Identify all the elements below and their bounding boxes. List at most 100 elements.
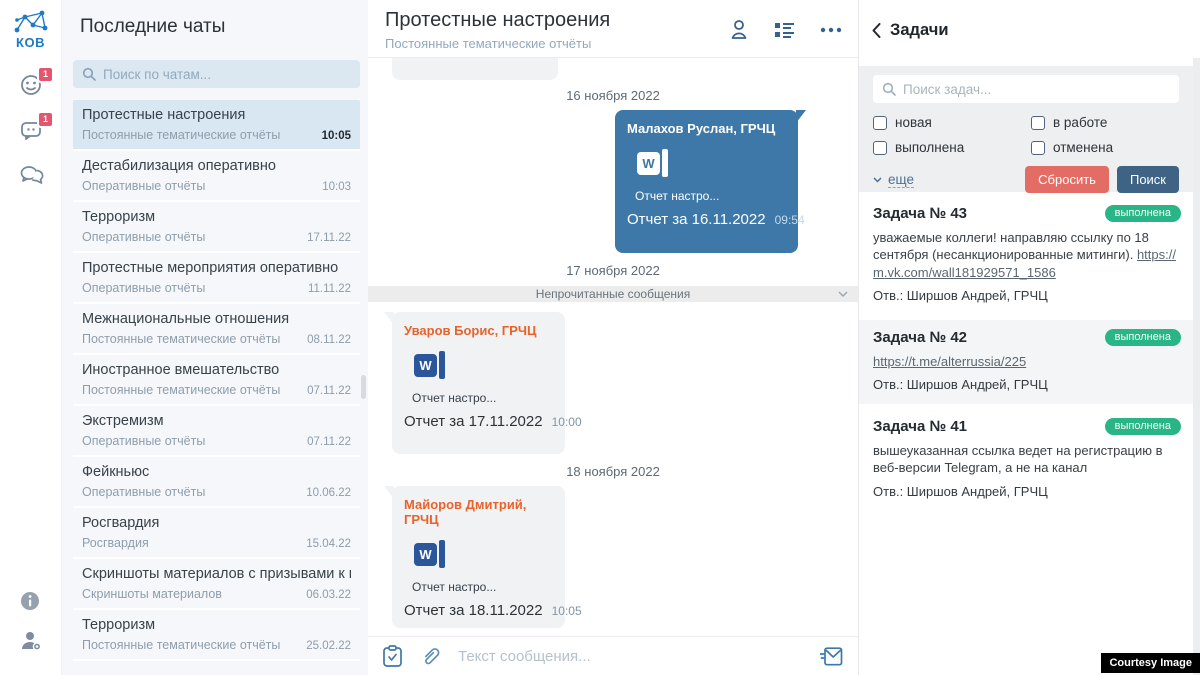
- chat-list-title: Последние чаты: [80, 16, 225, 38]
- task-card[interactable]: Задача № 41 выполнена вышеуказанная ссыл…: [859, 409, 1193, 511]
- chat-item-subtitle: Оперативные отчёты: [82, 485, 205, 499]
- courtesy-watermark: Courtesy Image: [1101, 653, 1200, 673]
- task-card[interactable]: Задача № 42 выполнена https://t.me/alter…: [859, 320, 1193, 404]
- checkbox[interactable]: [873, 141, 887, 155]
- chat-list-item[interactable]: Протестные настроения Постоянные тематич…: [73, 100, 360, 151]
- message-caption: Отчет за 16.11.2022: [627, 211, 766, 228]
- message-time: 10:05: [552, 604, 582, 618]
- chat-item-time: 10:03: [322, 181, 351, 193]
- chat-item-subtitle: Постоянные тематические отчёты: [82, 638, 280, 652]
- task-assignee: Отв.: Ширшов Андрей, ГРЧЦ: [873, 288, 1181, 303]
- filter-label: в работе: [1053, 115, 1107, 130]
- chat-item-title: Экстремизм: [82, 413, 351, 429]
- attached-document[interactable]: W: [637, 149, 786, 177]
- chat-item-title: Терроризм: [82, 209, 351, 225]
- info-button[interactable]: [19, 590, 45, 614]
- chat-list-scrollbar[interactable]: [361, 375, 366, 399]
- chat-list-item[interactable]: Иностранное вмешательство Постоянные тем…: [73, 355, 360, 406]
- task-cards: Задача № 43 выполнена уважаемые коллеги!…: [859, 196, 1193, 516]
- tasks-search-input[interactable]: [903, 82, 1170, 97]
- messages-button[interactable]: 1: [19, 118, 45, 142]
- search-icon: [882, 82, 896, 96]
- date-divider: 16 ноября 2022: [368, 86, 858, 106]
- chat-item-subtitle: Оперативные отчёты: [82, 179, 205, 193]
- incoming-message[interactable]: Уваров Борис, ГРЧЦ W Отчет настро... Отч…: [392, 312, 565, 454]
- chat-list-items: Протестные настроения Постоянные тематич…: [73, 100, 360, 661]
- chat-list-item[interactable]: Протестные мероприятия оперативно Операт…: [73, 253, 360, 304]
- search-button[interactable]: Поиск: [1117, 166, 1179, 193]
- faces-badge: 1: [37, 66, 54, 83]
- chat-list-item[interactable]: Экстремизм Оперативные отчёты 07.11.22: [73, 406, 360, 457]
- reset-button[interactable]: Сбросить: [1025, 166, 1109, 193]
- chat-item-time: 07.11.22: [307, 436, 351, 448]
- tasks-search[interactable]: [873, 75, 1179, 103]
- task-link[interactable]: https://t.me/alterrussia/225: [873, 354, 1026, 369]
- chat-list-item[interactable]: Межнациональные отношения Постоянные тем…: [73, 304, 360, 355]
- templates-button[interactable]: [383, 645, 402, 667]
- chat-item-subtitle: Постоянные тематические отчёты: [82, 383, 280, 397]
- chat-item-time: 07.11.22: [307, 385, 351, 397]
- unread-banner-label: Непрочитанные сообщения: [536, 287, 690, 301]
- filter-label: новая: [895, 115, 932, 130]
- chat-item-title: Росгвардия: [82, 515, 351, 531]
- chat-list-item[interactable]: Терроризм Постоянные тематические отчёты…: [73, 610, 360, 661]
- attached-document[interactable]: W: [414, 351, 553, 379]
- word-doc-icon-bar: [439, 351, 445, 379]
- message-composer: [368, 636, 858, 675]
- chat-list-item[interactable]: Дестабилизация оперативно Оперативные от…: [73, 151, 360, 202]
- status-badge: выполнена: [1105, 329, 1181, 346]
- chat-list-item[interactable]: Фейкньюс Оперативные отчёты10.06.22: [73, 457, 360, 508]
- group-chats-button[interactable]: [19, 163, 45, 187]
- filter-done[interactable]: выполнена: [873, 140, 1031, 155]
- message-input[interactable]: [458, 648, 803, 665]
- network-logo-icon: [11, 8, 51, 36]
- outgoing-message[interactable]: Малахов Руслан, ГРЧЦ W Отчет настро... О…: [615, 110, 798, 253]
- word-doc-icon: W: [637, 152, 660, 175]
- message-caption: Отчет за 18.11.2022: [404, 602, 543, 619]
- filter-new[interactable]: новая: [873, 115, 1031, 130]
- tasks-back-button[interactable]: [872, 23, 881, 38]
- filter-label: выполнена: [895, 140, 964, 155]
- tasks-scrollbar[interactable]: [1193, 58, 1200, 675]
- chat-item-title: Скриншоты материалов с призывами к про..…: [82, 566, 351, 582]
- profile-settings-button[interactable]: [19, 629, 45, 653]
- paperclip-icon: [419, 645, 441, 667]
- task-card[interactable]: Задача № 43 выполнена уважаемые коллеги!…: [859, 196, 1193, 315]
- logo-text: КОВ: [0, 35, 61, 50]
- chat-item-title: Межнациональные отношения: [82, 311, 351, 327]
- chat-item-title: Фейкньюс: [82, 464, 351, 480]
- chat-members-button[interactable]: [729, 19, 749, 40]
- chat-item-time: 17.11.22: [307, 232, 351, 244]
- chat-tasks-button[interactable]: [774, 21, 795, 39]
- chat-item-subtitle: Оперативные отчёты: [82, 434, 205, 448]
- chevron-left-icon: [872, 23, 881, 38]
- task-list-icon: [774, 21, 795, 39]
- task-title: Задача № 43: [873, 205, 967, 222]
- incoming-message[interactable]: Майоров Дмитрий, ГРЧЦ W Отчет настро... …: [392, 486, 565, 628]
- chat-badge: 1: [37, 111, 54, 128]
- checkbox[interactable]: [873, 116, 887, 130]
- chat-item-title: Иностранное вмешательство: [82, 362, 351, 378]
- tasks-filter-box: новая в работе выполнена отменена еще Сб…: [859, 66, 1193, 192]
- more-filters-link[interactable]: еще: [888, 172, 914, 188]
- chevron-down-icon: [873, 177, 882, 183]
- app-logo[interactable]: КОВ: [0, 8, 61, 50]
- filter-cancelled[interactable]: отменена: [1031, 140, 1179, 155]
- message-time: 09:54: [775, 213, 805, 227]
- chat-search-input[interactable]: [103, 67, 351, 82]
- attached-document[interactable]: W: [414, 540, 553, 568]
- attach-file-button[interactable]: [419, 645, 441, 667]
- chat-search[interactable]: [73, 60, 360, 88]
- citizen-reports-button[interactable]: 1: [19, 73, 45, 97]
- unread-messages-banner: Непрочитанные сообщения: [368, 286, 858, 302]
- checkbox[interactable]: [1031, 116, 1045, 130]
- chat-list-item[interactable]: Росгвардия Росгвардия15.04.22: [73, 508, 360, 559]
- collapse-banner-button[interactable]: [838, 291, 848, 297]
- send-message-button[interactable]: [820, 647, 843, 666]
- filter-in-progress[interactable]: в работе: [1031, 115, 1179, 130]
- chat-list-item[interactable]: Терроризм Оперативные отчёты17.11.22: [73, 202, 360, 253]
- chat-list-item[interactable]: Скриншоты материалов с призывами к про..…: [73, 559, 360, 610]
- checkbox[interactable]: [1031, 141, 1045, 155]
- status-badge: выполнена: [1105, 418, 1181, 435]
- chat-menu-button[interactable]: [820, 27, 842, 33]
